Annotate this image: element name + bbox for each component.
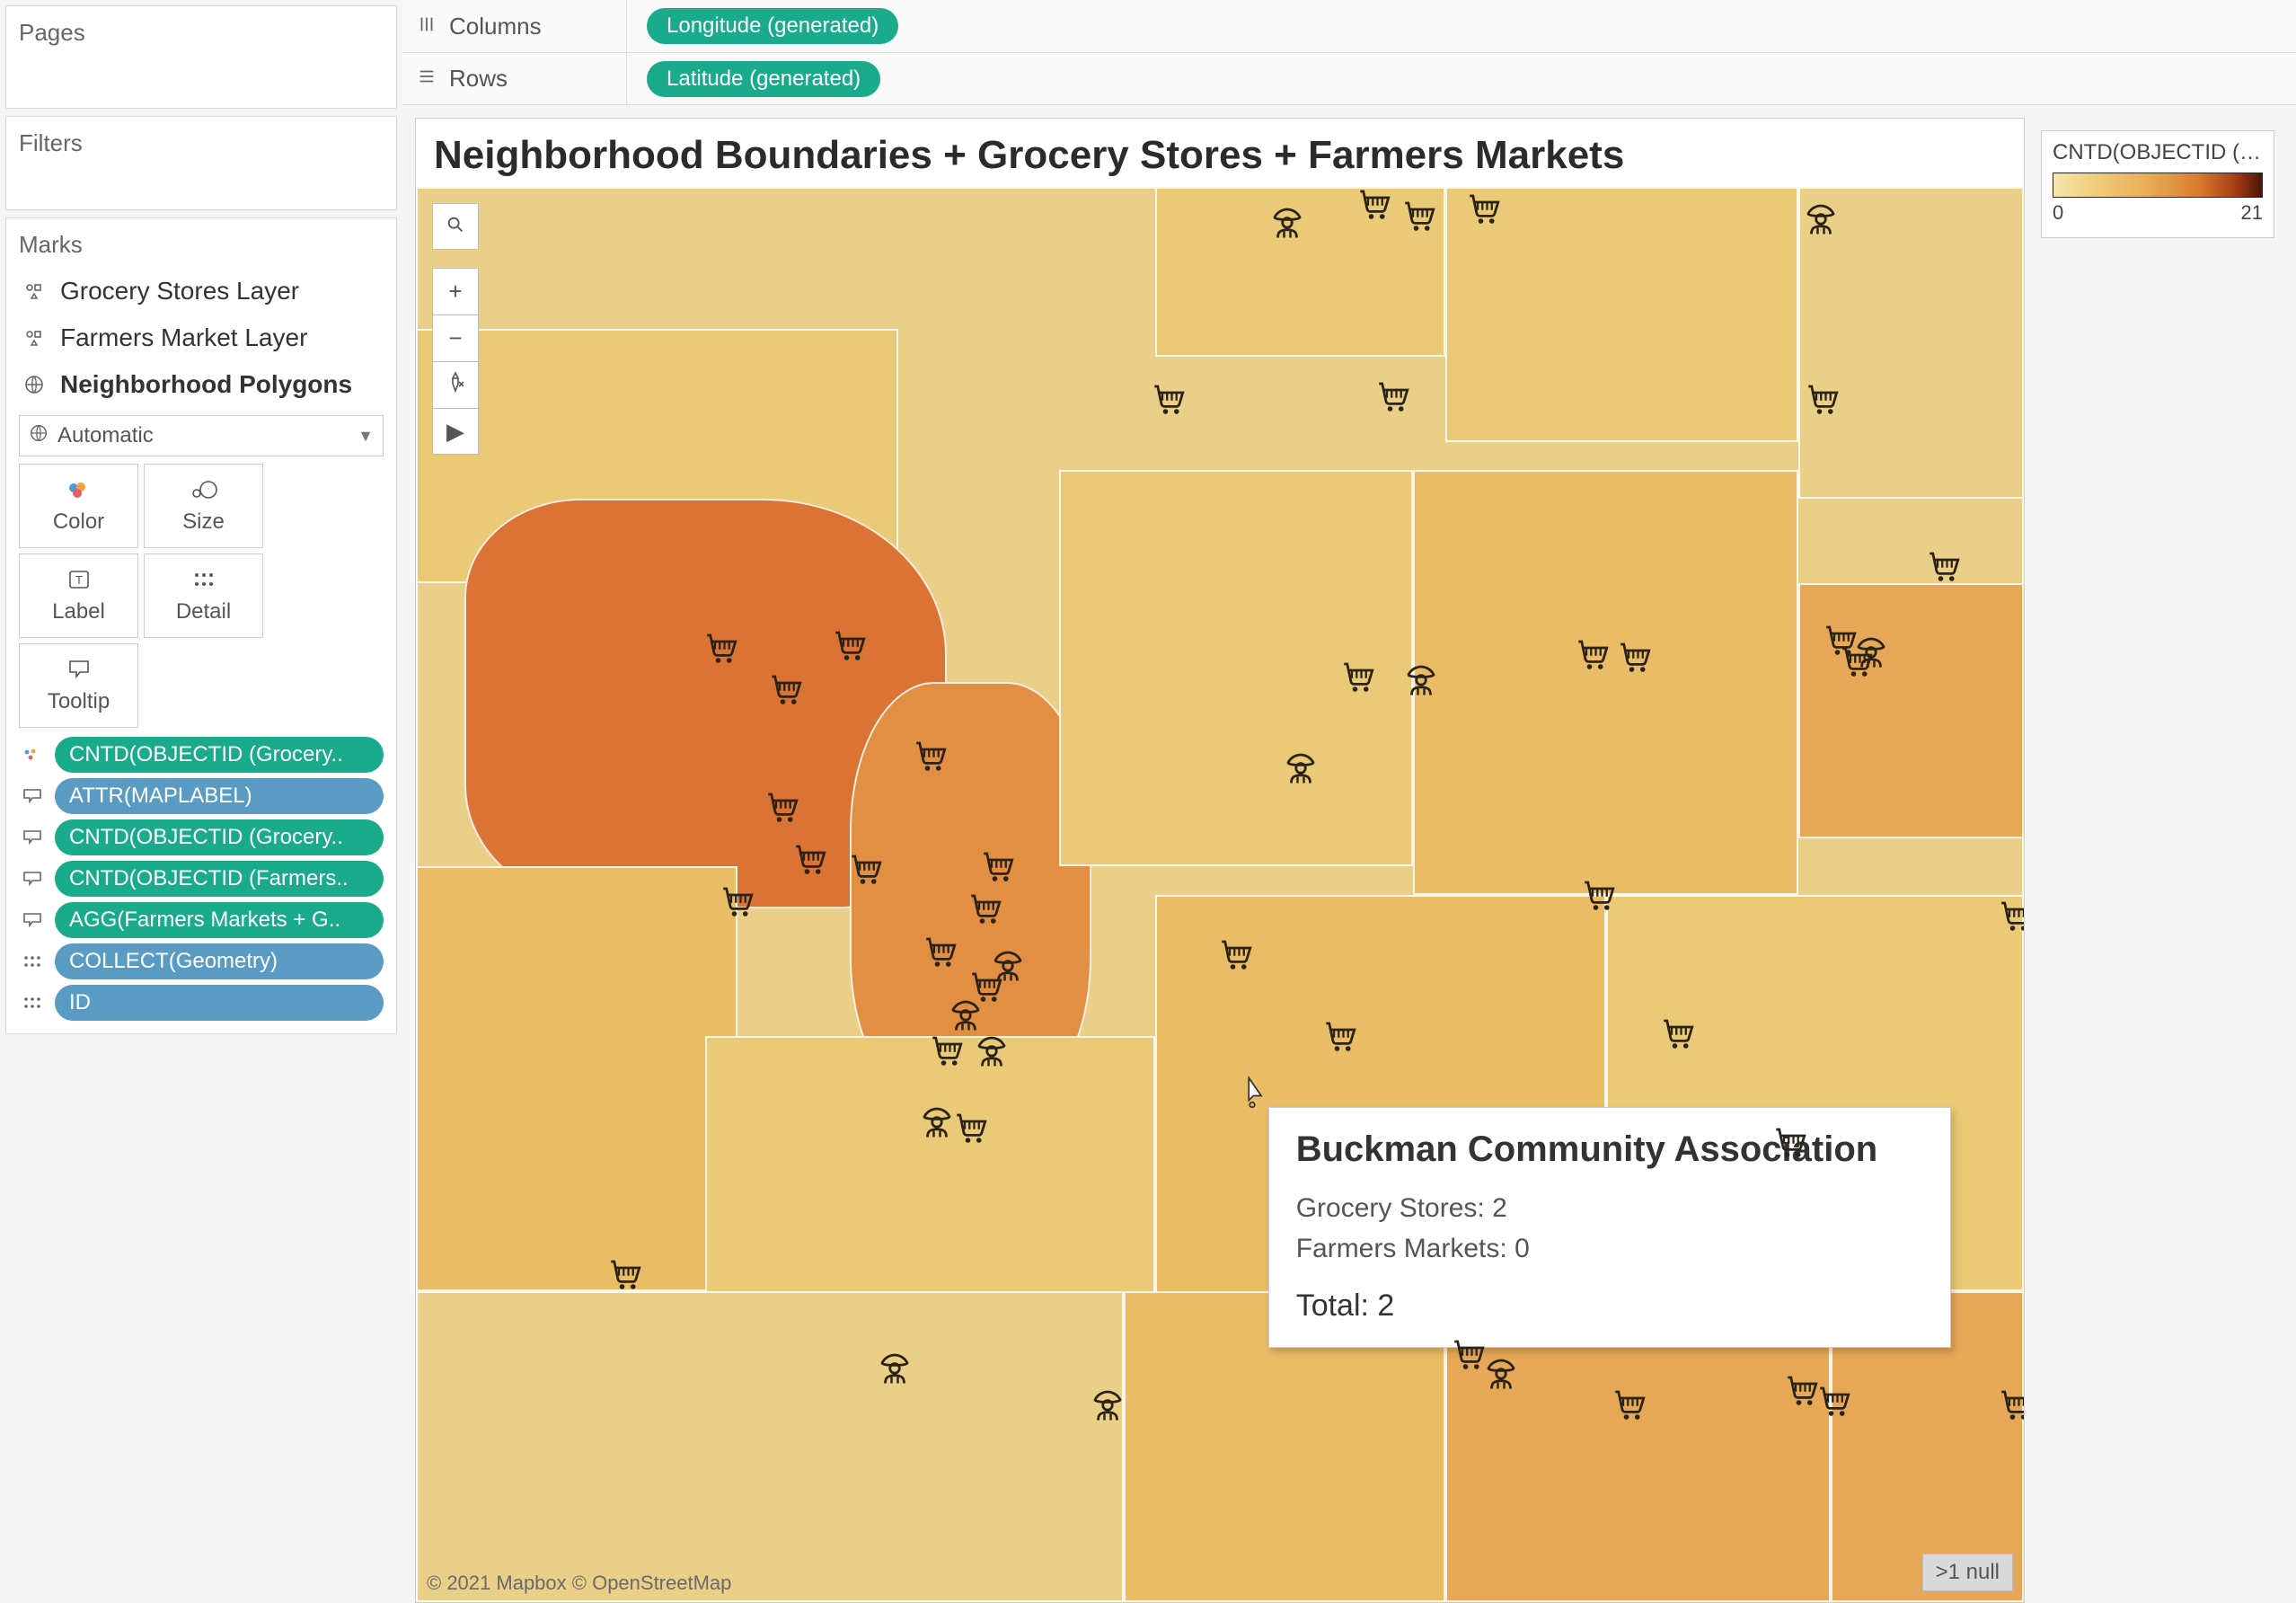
legend-max: 21 [2241, 201, 2263, 225]
pages-shelf[interactable]: Pages [5, 5, 397, 109]
marks-title: Marks [6, 218, 396, 268]
map-tools-expand-button[interactable]: ▶ [432, 408, 479, 455]
marks-pill-2[interactable]: CNTD(OBJECTID (Grocery.. [19, 819, 384, 855]
mark-type-label: Automatic [57, 423, 154, 448]
map-attribution: © 2021 Mapbox © OpenStreetMap [423, 1570, 735, 1597]
detail-card[interactable]: Detail [144, 554, 263, 638]
map-viz[interactable]: Neighborhood Boundaries + Grocery Stores… [415, 118, 2025, 1603]
size-icon [190, 477, 217, 502]
shapes-icon [21, 327, 48, 349]
marks-layer-1[interactable]: Farmers Market Layer [6, 314, 396, 361]
tooltip-icon [19, 829, 46, 846]
tooltip-icon [19, 788, 46, 804]
mark-type-dropdown[interactable]: Automatic ▼ [19, 415, 384, 456]
tooltip-icon [19, 912, 46, 928]
dots-icon [19, 747, 46, 763]
color-ramp [2053, 173, 2263, 198]
zoom-out-button[interactable]: − [432, 314, 479, 361]
search-icon [446, 213, 465, 241]
marks-pill-4[interactable]: AGG(Farmers Markets + G.. [19, 902, 384, 938]
shapes-icon [21, 280, 48, 302]
marks-pill-6[interactable]: ID [19, 985, 384, 1021]
globe-icon [29, 423, 49, 449]
pin-lock-icon [445, 371, 466, 399]
marks-pill-3[interactable]: CNTD(OBJECTID (Farmers.. [19, 861, 384, 897]
plus-icon: + [448, 278, 462, 306]
map-tooltip: Buckman Community Association Grocery St… [1268, 1107, 1951, 1348]
viz-title: Neighborhood Boundaries + Grocery Stores… [416, 119, 2024, 187]
chevron-down-icon: ▼ [358, 427, 374, 446]
rows-shelf[interactable]: Rows Latitude (generated) [402, 52, 2296, 104]
worksheet-area: Columns Longitude (generated) Rows Latit… [402, 0, 2296, 1603]
legend-title: CNTD(OBJECTID (Gr... [2053, 140, 2263, 165]
rows-pill-latitude[interactable]: Latitude (generated) [647, 61, 880, 97]
color-legend[interactable]: CNTD(OBJECTID (Gr... 0 21 [2041, 130, 2274, 238]
rows-icon [417, 65, 437, 93]
color-icon [66, 477, 92, 502]
chevron-right-icon: ▶ [446, 418, 464, 446]
filters-title: Filters [6, 117, 396, 163]
globe-icon [21, 374, 48, 395]
null-indicator[interactable]: >1 null [1922, 1554, 2013, 1591]
detail-icon [19, 996, 46, 1010]
marks-pill-0[interactable]: CNTD(OBJECTID (Grocery.. [19, 737, 384, 773]
pages-title: Pages [6, 6, 396, 52]
marks-layer-2[interactable]: Neighborhood Polygons [6, 361, 396, 408]
detail-icon [193, 567, 215, 592]
columns-pill-longitude[interactable]: Longitude (generated) [647, 8, 898, 44]
size-card[interactable]: Size [144, 464, 263, 548]
marks-layer-0[interactable]: Grocery Stores Layer [6, 268, 396, 314]
zoom-in-button[interactable]: + [432, 268, 479, 314]
tooltip-card[interactable]: Tooltip [19, 643, 138, 728]
legend-min: 0 [2053, 201, 2063, 225]
zoom-area-button[interactable] [432, 361, 479, 408]
tooltip-icon [67, 657, 91, 682]
label-card[interactable]: T Label [19, 554, 138, 638]
map-search-button[interactable] [432, 203, 479, 250]
detail-icon [19, 954, 46, 969]
columns-icon [417, 13, 437, 40]
color-card[interactable]: Color [19, 464, 138, 548]
columns-shelf[interactable]: Columns Longitude (generated) [402, 0, 2296, 52]
marks-pill-1[interactable]: ATTR(MAPLABEL) [19, 778, 384, 814]
tooltip-heading: Buckman Community Association [1296, 1129, 1923, 1170]
tooltip-icon [19, 871, 46, 887]
marks-pill-5[interactable]: COLLECT(Geometry) [19, 943, 384, 979]
marks-card: Marks Grocery Stores LayerFarmers Market… [5, 217, 397, 1034]
label-icon: T [68, 567, 90, 592]
filters-shelf[interactable]: Filters [5, 116, 397, 210]
sidebar: Pages Filters Marks Grocery Stores Layer… [0, 0, 402, 1603]
svg-text:T: T [75, 573, 83, 587]
minus-icon: − [448, 324, 462, 352]
